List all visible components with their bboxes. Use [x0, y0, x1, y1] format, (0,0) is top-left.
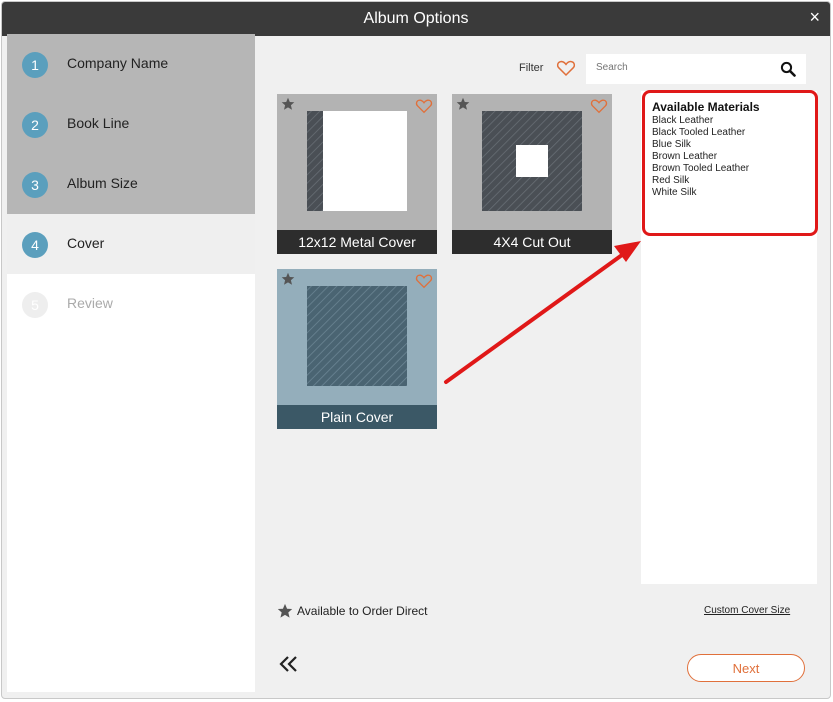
step-review: 5 Review	[7, 274, 255, 334]
step-label: Album Size	[67, 175, 138, 191]
search-input[interactable]	[594, 61, 768, 74]
cover-name: 12x12 Metal Cover	[277, 230, 437, 254]
step-label: Cover	[67, 235, 105, 251]
steps-sidebar: 1 Company Name 2 Book Line 3 Album Size …	[7, 34, 255, 692]
heart-outline-icon[interactable]	[415, 97, 433, 115]
star-icon	[456, 97, 470, 110]
heart-outline-icon[interactable]	[415, 272, 433, 290]
step-number: 2	[22, 112, 48, 138]
title-bar: Album Options ×	[2, 2, 830, 36]
step-label: Review	[67, 295, 113, 311]
filter-label: Filter	[519, 62, 544, 74]
step-number: 4	[22, 232, 48, 258]
annotation-highlight-box	[642, 90, 818, 236]
step-number: 3	[22, 172, 48, 198]
step-label: Company Name	[67, 55, 169, 71]
cover-name: 4X4 Cut Out	[452, 230, 612, 254]
window-title: Album Options	[363, 10, 469, 27]
cover-card-metal[interactable]: 12x12 Metal Cover	[277, 94, 437, 254]
next-button[interactable]: Next	[687, 654, 805, 682]
search-icon[interactable]	[780, 61, 796, 77]
metal-cover-preview	[307, 111, 407, 211]
step-cover[interactable]: 4 Cover	[7, 214, 255, 274]
cover-card-cutout[interactable]: 4X4 Cut Out	[452, 94, 612, 254]
step-book-line[interactable]: 2 Book Line	[7, 94, 255, 154]
custom-cover-size-link[interactable]: Custom Cover Size	[704, 605, 790, 616]
star-icon	[281, 97, 295, 110]
star-icon	[281, 272, 295, 285]
legend-label: Available to Order Direct	[297, 604, 428, 618]
step-number: 5	[22, 292, 48, 318]
heart-outline-icon[interactable]	[590, 97, 608, 115]
heart-outline-icon[interactable]	[556, 58, 576, 78]
plain-cover-preview	[307, 286, 407, 386]
step-company-name[interactable]: 1 Company Name	[7, 34, 255, 94]
step-label: Book Line	[67, 115, 130, 131]
close-icon[interactable]: ×	[809, 7, 820, 28]
step-number: 1	[22, 52, 48, 78]
cover-name: Plain Cover	[277, 405, 437, 429]
double-chevron-left-icon[interactable]	[279, 655, 299, 673]
cutout-cover-preview	[482, 111, 582, 211]
search-box	[586, 54, 806, 84]
star-icon	[277, 603, 293, 618]
step-album-size[interactable]: 3 Album Size	[7, 154, 255, 214]
cover-card-plain[interactable]: Plain Cover	[277, 269, 437, 429]
